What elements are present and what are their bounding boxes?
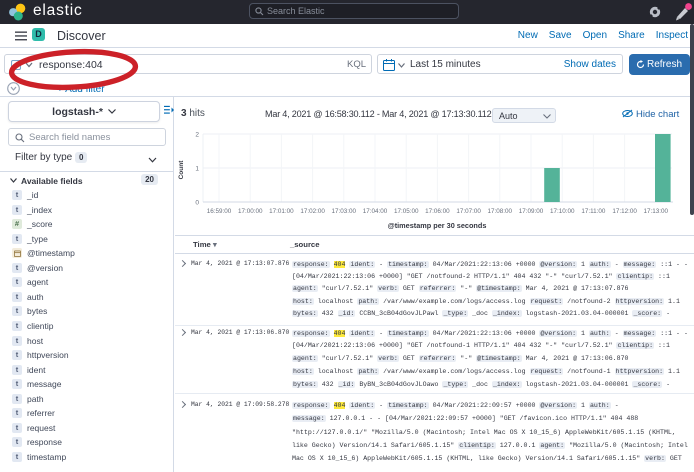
svg-text:2: 2 — [195, 132, 199, 139]
svg-text:17:12:00: 17:12:00 — [612, 208, 637, 215]
svg-text:17:01:00: 17:01:00 — [269, 208, 294, 215]
svg-text:16:59:00: 16:59:00 — [207, 208, 232, 215]
svg-text:@timestamp per 30 seconds: @timestamp per 30 seconds — [388, 221, 487, 230]
svg-text:17:13:00: 17:13:00 — [644, 208, 669, 215]
svg-text:1: 1 — [195, 166, 199, 173]
svg-text:17:11:00: 17:11:00 — [581, 208, 606, 215]
svg-text:17:06:00: 17:06:00 — [425, 208, 450, 215]
svg-text:Count: Count — [178, 160, 185, 180]
svg-text:17:03:00: 17:03:00 — [332, 208, 357, 215]
svg-text:0: 0 — [195, 200, 199, 207]
svg-text:17:09:00: 17:09:00 — [519, 208, 544, 215]
svg-text:17:02:00: 17:02:00 — [300, 208, 325, 215]
svg-text:17:00:00: 17:00:00 — [238, 208, 263, 215]
svg-text:17:07:00: 17:07:00 — [456, 208, 481, 215]
svg-text:17:04:00: 17:04:00 — [363, 208, 388, 215]
svg-text:17:08:00: 17:08:00 — [488, 208, 513, 215]
svg-text:17:05:00: 17:05:00 — [394, 208, 419, 215]
svg-text:17:10:00: 17:10:00 — [550, 208, 575, 215]
